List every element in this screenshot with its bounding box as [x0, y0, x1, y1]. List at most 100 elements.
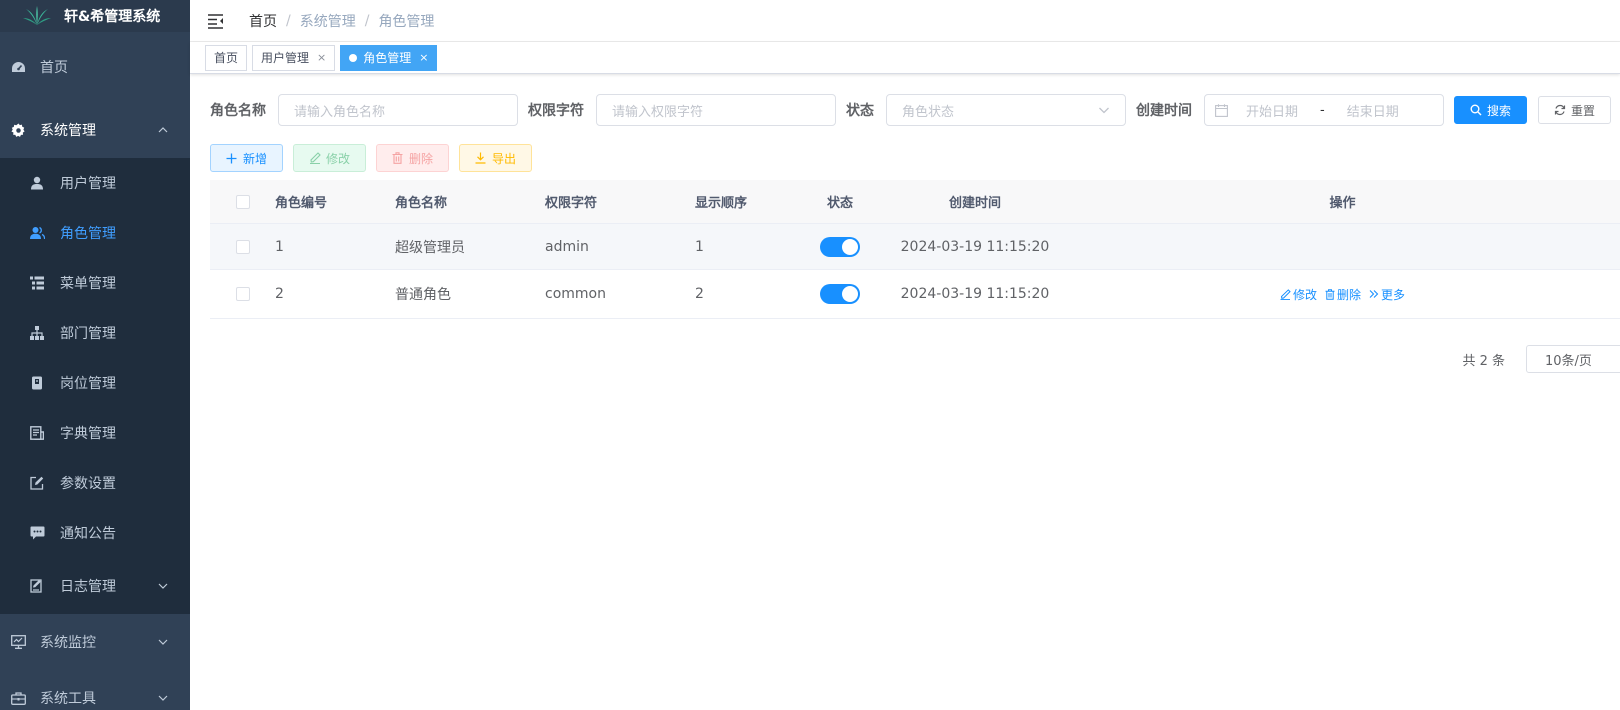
status-cell [795, 284, 885, 304]
header-operations: 操作 [1329, 196, 1356, 211]
reset-button-label: 重置 [1570, 103, 1595, 118]
log-icon [29, 578, 45, 594]
placeholder: 请输入角色名称 [294, 104, 386, 120]
header-role-key: 权限字符 [545, 196, 598, 211]
row-edit-link[interactable]: 修改 [1280, 286, 1317, 303]
sidebar-item-label: 首页 [40, 60, 68, 76]
date-range-picker[interactable]: 开始日期 - 结束日期 [1204, 94, 1444, 126]
post-icon [29, 375, 45, 391]
page-content: 角色名称 请输入角色名称 权限字符 请输入权限字符 状态 角色状态 创建时间 开… [190, 74, 1620, 373]
role-key-input[interactable]: 请输入权限字符 [596, 94, 836, 126]
row-checkbox[interactable] [235, 287, 250, 301]
status-switch[interactable] [820, 284, 860, 304]
breadcrumb-separator: / [364, 12, 370, 29]
sidebar-item-users[interactable]: 用户管理 [0, 158, 190, 208]
row-edit-label: 修改 [1292, 287, 1317, 302]
reset-button[interactable]: 重置 [1538, 96, 1611, 124]
close-icon[interactable]: × [419, 51, 428, 64]
sidebar-item-system[interactable]: 系统管理 [0, 102, 190, 158]
delete-button[interactable]: 删除 [376, 144, 449, 172]
export-button[interactable]: 导出 [459, 144, 532, 172]
trash-icon [392, 152, 404, 164]
search-button-label: 搜索 [1486, 103, 1511, 118]
edit-icon [1280, 288, 1291, 300]
sidebar-item-dicts[interactable]: 字典管理 [0, 408, 190, 458]
breadcrumb-home[interactable]: 首页 [249, 11, 277, 31]
add-button[interactable]: 新增 [210, 144, 283, 172]
pagination-total: 共 2 条 [1462, 353, 1505, 369]
search-button[interactable]: 搜索 [1454, 96, 1527, 124]
hamburger-icon[interactable] [207, 12, 225, 30]
row-delete-link[interactable]: 删除 [1325, 286, 1361, 303]
role-name: 普通角色 [395, 287, 451, 303]
breadcrumb-system: 系统管理 [299, 13, 356, 30]
tag-roles[interactable]: 角色管理 × [340, 44, 438, 71]
tag-users[interactable]: 用户管理 × [252, 44, 336, 71]
search-form: 角色名称 请输入角色名称 权限字符 请输入权限字符 状态 角色状态 创建时间 开… [210, 94, 1620, 126]
date-label: 创建时间 [1136, 103, 1192, 119]
export-button-label: 导出 [491, 151, 516, 166]
select-all-checkbox[interactable] [235, 194, 250, 209]
system-submenu: 用户管理 角色管理 菜单管理 部门管理 岗位管理 字典管理 参数设置 通知公告 … [0, 158, 190, 614]
sidebar-item-tools[interactable]: 系统工具 [0, 670, 190, 710]
end-date-placeholder: 结束日期 [1346, 104, 1399, 120]
sidebar-item-notices[interactable]: 通知公告 [0, 508, 190, 558]
message-icon [29, 525, 45, 541]
status-select[interactable]: 角色状态 [886, 94, 1126, 126]
close-icon[interactable]: × [317, 51, 326, 64]
breadcrumb-current: 角色管理 [378, 13, 435, 30]
sidebar-item-label: 系统监控 [40, 635, 96, 651]
page-size-select[interactable]: 10条/页 [1526, 345, 1620, 373]
role-name-input[interactable]: 请输入角色名称 [278, 94, 518, 126]
logo-bar[interactable]: 轩&希管理系统 [0, 0, 190, 32]
add-button-label: 新增 [242, 151, 267, 166]
app-root: 轩&希管理系统 首页 系统管理 用户管理 角色管理 菜单管理 部门管理 岗位管理… [0, 0, 1620, 710]
sidebar-item-posts[interactable]: 岗位管理 [0, 358, 190, 408]
table-row[interactable]: 2 普通角色 common 2 2024-03-19 11:15:20 修改 删… [210, 270, 1620, 319]
row-delete-label: 删除 [1336, 287, 1361, 302]
sidebar-item-label: 用户管理 [60, 176, 116, 192]
chevron-down-icon [158, 695, 168, 701]
role-key: admin [545, 238, 589, 255]
sidebar-item-label: 日志管理 [60, 579, 116, 595]
table-header: 角色编号 角色名称 权限字符 显示顺序 状态 创建时间 操作 [210, 180, 1620, 224]
calendar-icon [1215, 103, 1228, 117]
row-more-link[interactable]: 更多 [1369, 286, 1405, 303]
placeholder: 请输入权限字符 [612, 104, 704, 120]
role-name-label: 角色名称 [210, 103, 266, 119]
create-time: 2024-03-19 11:15:20 [900, 286, 1050, 302]
sidebar-item-logs[interactable]: 日志管理 [0, 558, 190, 614]
sidebar-item-config[interactable]: 参数设置 [0, 458, 190, 508]
sidebar-item-depts[interactable]: 部门管理 [0, 308, 190, 358]
edit-icon [309, 152, 321, 164]
dict-icon [29, 425, 45, 441]
breadcrumb: 首页 / 系统管理 / 角色管理 [249, 11, 434, 31]
table-row[interactable]: 1 超级管理员 admin 1 2024-03-19 11:15:20 [210, 224, 1620, 270]
select-all-cell [210, 194, 275, 209]
active-dot [349, 53, 358, 62]
chevron-up-icon [158, 127, 168, 133]
create-time: 2024-03-19 11:15:20 [900, 238, 1050, 255]
row-checkbox-cell [210, 287, 275, 301]
sidebar-item-menus[interactable]: 菜单管理 [0, 258, 190, 308]
edit-button[interactable]: 修改 [293, 144, 366, 172]
sidebar-item-label: 系统工具 [40, 691, 96, 707]
tag-label: 用户管理 [261, 51, 310, 65]
role-sort: 1 [695, 238, 704, 255]
sidebar-item-label: 通知公告 [60, 526, 116, 542]
row-checkbox-cell [210, 239, 275, 254]
tags-view: 首页 用户管理 × 角色管理 × [190, 42, 1620, 74]
status-switch[interactable] [820, 236, 860, 257]
sidebar-item-roles[interactable]: 角色管理 [0, 208, 190, 258]
sidebar-item-monitor[interactable]: 系统监控 [0, 614, 190, 670]
header-create-time: 创建时间 [948, 196, 1001, 211]
tree-icon [29, 325, 45, 341]
sidebar-item-home[interactable]: 首页 [0, 32, 190, 102]
delete-button-label: 删除 [408, 151, 433, 166]
tag-home[interactable]: 首页 [205, 44, 248, 71]
role-id: 2 [275, 286, 284, 302]
row-checkbox[interactable] [235, 239, 250, 254]
trash-icon [1325, 288, 1335, 300]
sidebar-item-label: 岗位管理 [60, 376, 116, 392]
header-role-id: 角色编号 [275, 196, 328, 211]
